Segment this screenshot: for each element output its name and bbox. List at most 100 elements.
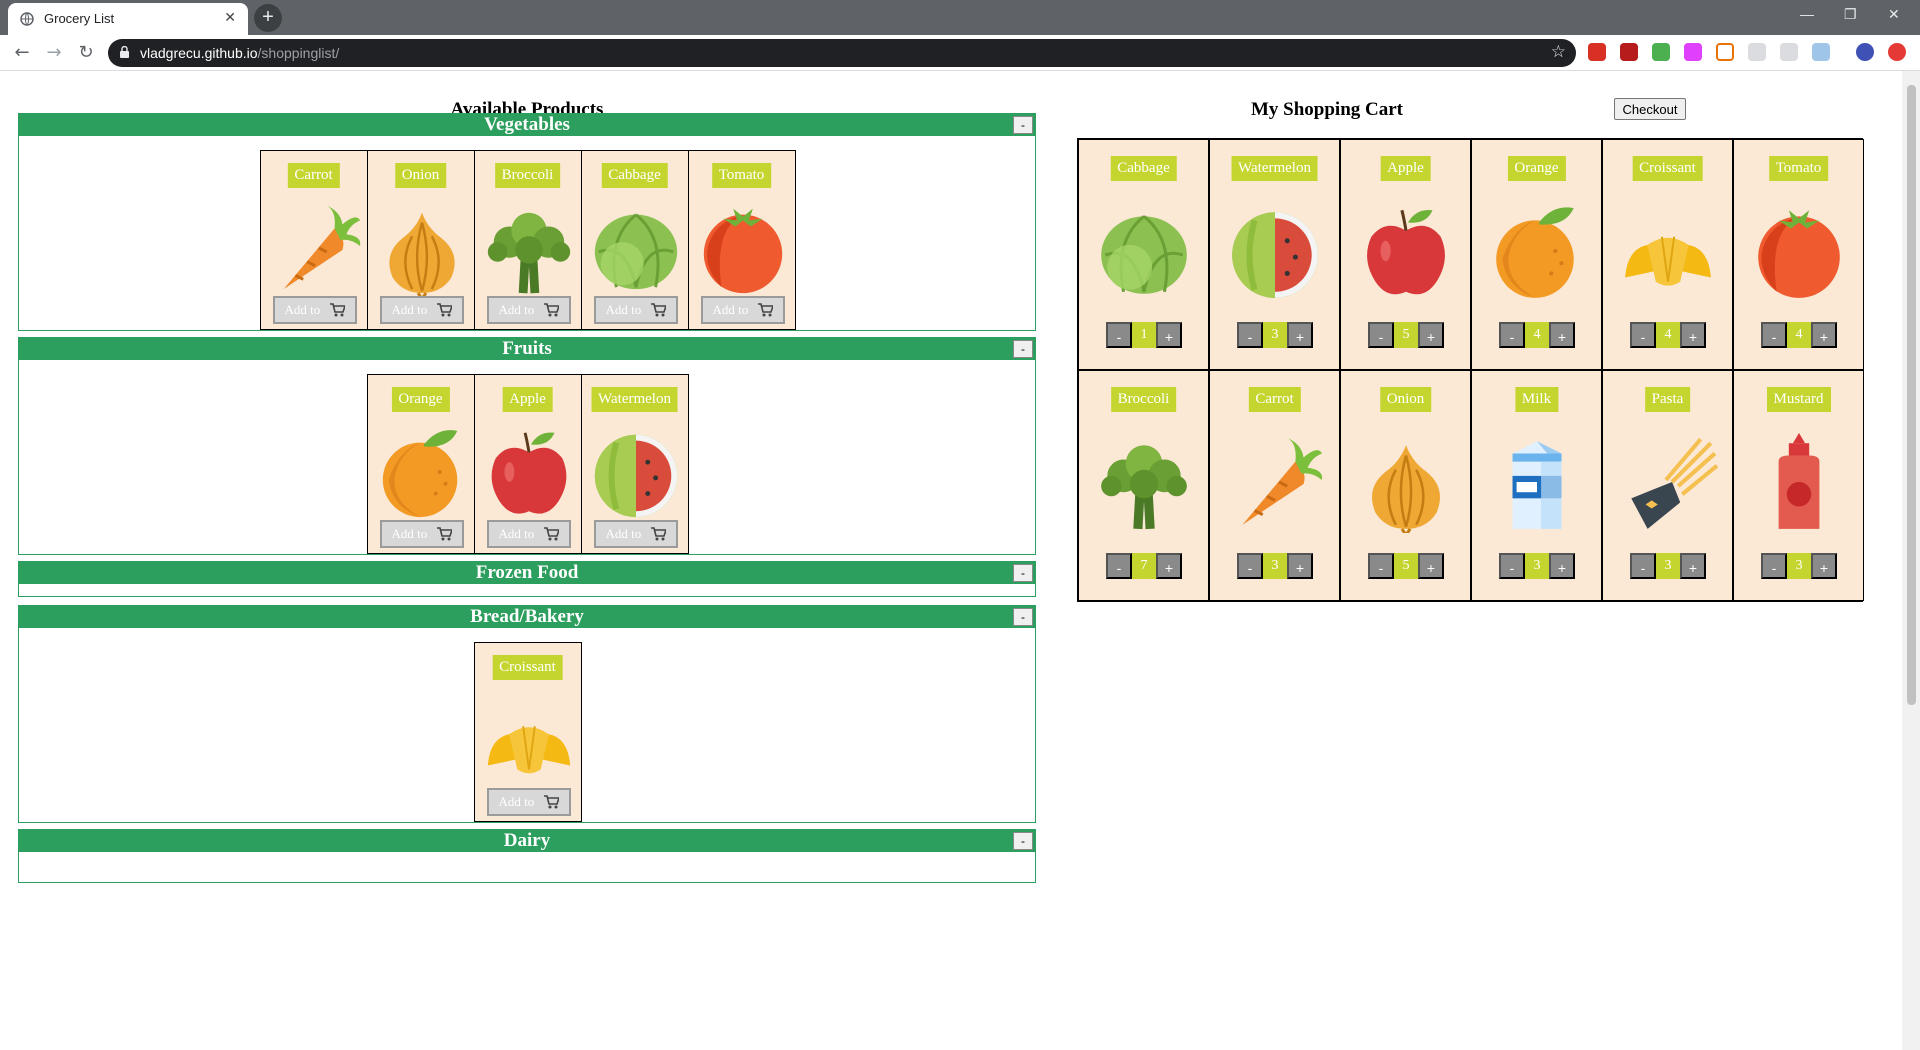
profile-avatar[interactable]: [1856, 43, 1874, 61]
forward-icon[interactable]: →: [42, 41, 66, 65]
quantity-value: 1: [1132, 322, 1156, 348]
product-name: Tomato: [711, 163, 772, 188]
browser-tab[interactable]: Grocery List ✕: [8, 3, 248, 35]
shopping-cart-icon: [436, 303, 452, 317]
extension-icon[interactable]: [1888, 43, 1906, 61]
extension-icon[interactable]: [1812, 43, 1830, 61]
increase-quantity-button[interactable]: +: [1549, 322, 1575, 348]
extension-icon[interactable]: [1652, 43, 1670, 61]
cart-item-name: Apple: [1380, 156, 1431, 181]
increase-quantity-button[interactable]: +: [1418, 553, 1444, 579]
page-scrollbar[interactable]: [1902, 71, 1920, 1050]
back-icon[interactable]: ←: [10, 41, 34, 65]
increase-quantity-button[interactable]: +: [1287, 553, 1313, 579]
onion-icon: [1372, 445, 1440, 533]
decrease-quantity-button[interactable]: -: [1630, 322, 1656, 348]
cart-item-name: Cabbage: [1110, 156, 1177, 181]
new-tab-button[interactable]: +: [254, 4, 282, 32]
decrease-quantity-button[interactable]: -: [1761, 553, 1787, 579]
collapse-button[interactable]: -: [1013, 116, 1033, 134]
category-title: Dairy: [503, 830, 551, 851]
increase-quantity-button[interactable]: +: [1418, 322, 1444, 348]
increase-quantity-button[interactable]: +: [1156, 553, 1182, 579]
decrease-quantity-button[interactable]: -: [1761, 322, 1787, 348]
url-text: vladgrecu.github.io/shoppinglist/: [140, 45, 340, 61]
product-card: Apple Add to: [473, 374, 582, 554]
add-to-cart-button[interactable]: Add to: [272, 296, 357, 324]
collapse-button[interactable]: -: [1013, 608, 1033, 626]
add-to-cart-button[interactable]: Add to: [700, 296, 785, 324]
cart-item: Carrot -3 +: [1209, 370, 1340, 601]
increase-quantity-button[interactable]: +: [1156, 322, 1182, 348]
quantity-stepper: -3 +: [1761, 553, 1837, 579]
checkout-button[interactable]: Checkout: [1614, 98, 1686, 120]
product-name: Croissant: [492, 655, 563, 680]
cart-item-name: Pasta: [1644, 387, 1691, 412]
category-fruits: Fruits - Orange Add to Apple Add to Watermelon…: [18, 337, 1036, 555]
close-tab-icon[interactable]: ✕: [224, 9, 236, 26]
decrease-quantity-button[interactable]: -: [1499, 322, 1525, 348]
cabbage-icon: [594, 213, 677, 290]
product-name: Apple: [502, 387, 553, 412]
category-title: Fruits: [502, 338, 552, 359]
add-to-cart-button[interactable]: Add to: [486, 296, 571, 324]
decrease-quantity-button[interactable]: -: [1237, 322, 1263, 348]
add-to-cart-button[interactable]: Add to: [593, 520, 678, 548]
decrease-quantity-button[interactable]: -: [1106, 553, 1132, 579]
decrease-quantity-button[interactable]: -: [1106, 322, 1132, 348]
decrease-quantity-button[interactable]: -: [1237, 553, 1263, 579]
increase-quantity-button[interactable]: +: [1811, 322, 1837, 348]
add-to-cart-button[interactable]: Add to: [593, 296, 678, 324]
shopping-cart-icon: [543, 527, 559, 541]
pasta-icon: [1631, 437, 1719, 529]
quantity-value: 7: [1132, 553, 1156, 579]
add-to-cart-button[interactable]: Add to: [379, 520, 464, 548]
decrease-quantity-button[interactable]: -: [1630, 553, 1656, 579]
minimize-icon[interactable]: —: [1800, 6, 1814, 22]
orange-icon: [382, 430, 457, 518]
scrollbar-thumb[interactable]: [1907, 85, 1916, 705]
decrease-quantity-button[interactable]: -: [1499, 553, 1525, 579]
decrease-quantity-button[interactable]: -: [1368, 322, 1394, 348]
collapse-button[interactable]: -: [1013, 564, 1033, 582]
extension-icon[interactable]: [1748, 43, 1766, 61]
increase-quantity-button[interactable]: +: [1680, 553, 1706, 579]
decrease-quantity-button[interactable]: -: [1368, 553, 1394, 579]
restore-icon[interactable]: ❐: [1844, 6, 1857, 23]
quantity-stepper: -3 +: [1237, 553, 1313, 579]
product-card: Broccoli Add to: [473, 150, 582, 330]
address-bar[interactable]: vladgrecu.github.io/shoppinglist/ ☆: [108, 39, 1576, 67]
extension-icon[interactable]: [1684, 43, 1702, 61]
cart-item-name: Watermelon: [1231, 156, 1318, 181]
increase-quantity-button[interactable]: +: [1680, 322, 1706, 348]
add-to-cart-button[interactable]: Add to: [486, 788, 571, 816]
increase-quantity-button[interactable]: +: [1811, 553, 1837, 579]
increase-quantity-button[interactable]: +: [1287, 322, 1313, 348]
collapse-button[interactable]: -: [1013, 832, 1033, 850]
tab-title: Grocery List: [44, 11, 115, 26]
category-title: Bread/Bakery: [470, 606, 584, 627]
shopping-cart-heading: My Shopping Cart: [1250, 99, 1404, 120]
add-to-cart-button[interactable]: Add to: [486, 520, 571, 548]
cart-item: Cabbage -1 +: [1078, 139, 1209, 370]
adblock-extension-icon[interactable]: [1588, 43, 1606, 61]
product-card: Tomato Add to: [687, 150, 796, 330]
cart-item: Watermelon -3 +: [1209, 139, 1340, 370]
lock-icon: [120, 46, 129, 58]
add-to-cart-button[interactable]: Add to: [379, 296, 464, 324]
increase-quantity-button[interactable]: +: [1549, 553, 1575, 579]
close-window-icon[interactable]: ✕: [1888, 6, 1900, 23]
shopping-cart-icon: [650, 527, 666, 541]
category-frozen-food: Frozen Food -: [18, 561, 1036, 597]
carrot-icon: [283, 204, 360, 290]
extension-icon[interactable]: [1716, 43, 1734, 61]
collapse-button[interactable]: -: [1013, 340, 1033, 358]
extension-icon[interactable]: [1780, 43, 1798, 61]
bookmark-star-icon[interactable]: ☆: [1551, 42, 1566, 62]
cart-item: Croissant -4 +: [1602, 139, 1733, 370]
quantity-stepper: -3 +: [1237, 322, 1313, 348]
page-content: Available Products My Shopping Cart Chec…: [0, 71, 1902, 1050]
reload-icon[interactable]: ↻: [74, 41, 98, 65]
pdf-extension-icon[interactable]: [1620, 43, 1638, 61]
category-header: Dairy -: [19, 830, 1035, 852]
